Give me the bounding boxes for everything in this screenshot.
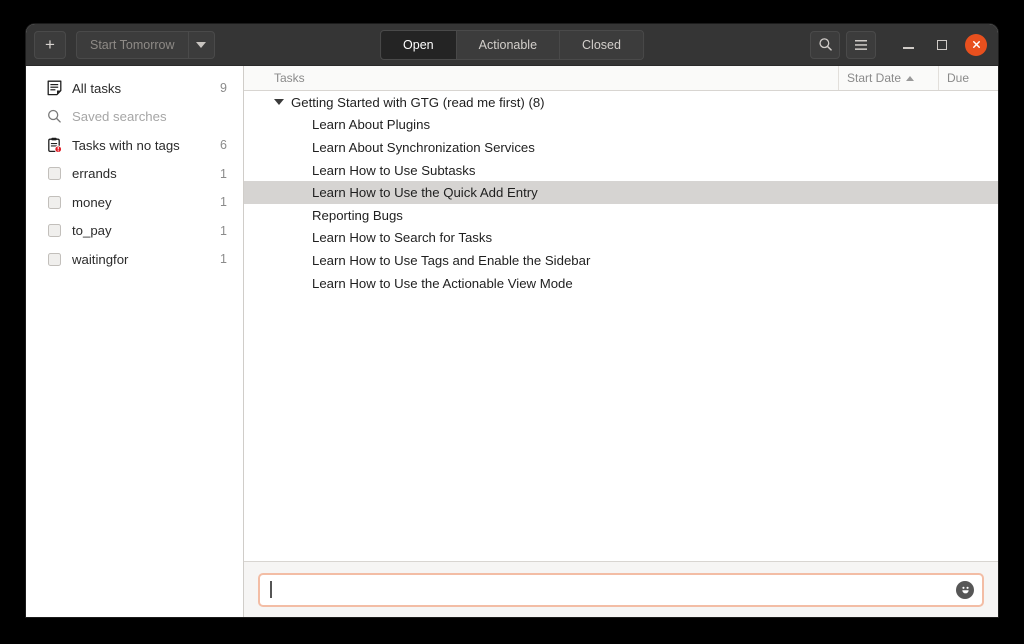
start-tomorrow-button[interactable]: Start Tomorrow xyxy=(76,31,188,59)
header-right-controls xyxy=(810,31,990,59)
view-mode-tabs: Open Actionable Closed xyxy=(380,30,644,60)
task-title: Learn How to Use Tags and Enable the Sid… xyxy=(312,253,590,268)
sidebar-item-count: 6 xyxy=(220,138,227,152)
tab-closed-label: Closed xyxy=(582,38,621,52)
new-task-button[interactable]: + xyxy=(34,31,66,59)
text-cursor xyxy=(270,581,272,598)
expander-collapse-icon[interactable] xyxy=(274,99,284,105)
application-window: + Start Tomorrow Open Actionable Closed xyxy=(26,24,998,617)
note-document-icon xyxy=(44,79,64,97)
sidebar-item-count: 1 xyxy=(220,195,227,209)
start-tomorrow-split-button[interactable]: Start Tomorrow xyxy=(76,31,215,59)
quick-add-input[interactable] xyxy=(258,573,984,607)
new-task-label: + xyxy=(45,36,55,53)
tab-actionable-label: Actionable xyxy=(479,38,537,52)
task-list[interactable]: Getting Started with GTG (read me first)… xyxy=(244,91,998,561)
clipboard-alert-icon xyxy=(44,136,64,154)
tag-color-swatch-icon xyxy=(44,165,64,183)
task-title: Learn How to Use the Quick Add Entry xyxy=(312,185,538,200)
table-row[interactable]: Learn How to Use Tags and Enable the Sid… xyxy=(244,249,998,272)
chevron-down-icon xyxy=(196,42,206,48)
main-pane: Tasks Start Date Due Getting Started wit… xyxy=(244,66,998,617)
sidebar-item-count: 1 xyxy=(220,167,227,181)
maximize-icon xyxy=(937,40,947,50)
minimize-icon xyxy=(903,47,914,49)
tab-closed[interactable]: Closed xyxy=(560,31,643,59)
task-title: Learn How to Use the Actionable View Mod… xyxy=(312,276,573,291)
task-title: Learn About Plugins xyxy=(312,117,430,132)
task-list-column-header: Tasks Start Date Due xyxy=(244,66,998,91)
search-button[interactable] xyxy=(810,31,840,59)
sidebar-item-all-tasks[interactable]: All tasks 9 xyxy=(26,74,243,103)
sort-ascending-icon xyxy=(906,76,914,81)
tag-color-swatch-icon xyxy=(44,193,64,211)
table-row[interactable]: Learn How to Use Subtasks xyxy=(244,159,998,182)
sidebar-item-count: 9 xyxy=(220,81,227,95)
tab-open-label: Open xyxy=(403,38,434,52)
emoji-picker-icon[interactable] xyxy=(956,581,974,599)
table-row[interactable]: Getting Started with GTG (read me first)… xyxy=(244,91,998,114)
search-icon xyxy=(818,37,833,52)
sidebar-item-label: to_pay xyxy=(72,223,220,238)
table-row[interactable]: Learn About Plugins xyxy=(244,114,998,137)
window-body: All tasks 9 Saved searches xyxy=(26,66,998,617)
main-menu-button[interactable] xyxy=(846,31,876,59)
task-title: Learn How to Use Subtasks xyxy=(312,163,475,178)
header-left-controls: + Start Tomorrow xyxy=(34,31,215,59)
close-button[interactable] xyxy=(962,31,990,59)
search-icon xyxy=(44,108,64,126)
sidebar-item-saved-searches[interactable]: Saved searches xyxy=(26,103,243,132)
task-title: Learn How to Search for Tasks xyxy=(312,230,492,245)
column-header-start-date[interactable]: Start Date xyxy=(838,66,938,90)
column-header-start-date-label: Start Date xyxy=(847,71,901,85)
start-tomorrow-dropdown-button[interactable] xyxy=(188,31,215,59)
start-tomorrow-label: Start Tomorrow xyxy=(90,38,175,52)
sidebar-item-money[interactable]: money 1 xyxy=(26,188,243,217)
minimize-button[interactable] xyxy=(894,31,922,59)
sidebar-item-count: 1 xyxy=(220,252,227,266)
close-icon xyxy=(965,34,987,56)
task-title: Reporting Bugs xyxy=(312,208,403,223)
table-row-selected[interactable]: Learn How to Use the Quick Add Entry xyxy=(244,181,998,204)
sidebar-item-to-pay[interactable]: to_pay 1 xyxy=(26,217,243,246)
quick-add-bar xyxy=(244,561,998,617)
maximize-button[interactable] xyxy=(928,31,956,59)
task-title: Learn About Synchronization Services xyxy=(312,140,535,155)
tab-open[interactable]: Open xyxy=(381,31,457,59)
hamburger-menu-icon xyxy=(853,38,869,52)
sidebar-item-waitingfor[interactable]: waitingfor 1 xyxy=(26,245,243,274)
column-header-due[interactable]: Due xyxy=(938,66,998,90)
sidebar-item-count: 1 xyxy=(220,224,227,238)
sidebar-item-label: errands xyxy=(72,166,220,181)
tab-actionable[interactable]: Actionable xyxy=(457,31,560,59)
column-header-tasks-label: Tasks xyxy=(274,71,305,85)
sidebar-item-tasks-with-no-tags[interactable]: Tasks with no tags 6 xyxy=(26,131,243,160)
table-row[interactable]: Learn How to Use the Actionable View Mod… xyxy=(244,272,998,295)
sidebar-item-label: waitingfor xyxy=(72,252,220,267)
sidebar-item-label: Tasks with no tags xyxy=(72,138,220,153)
sidebar-item-label: money xyxy=(72,195,220,210)
sidebar-item-label: All tasks xyxy=(72,81,220,96)
table-row[interactable]: Learn About Synchronization Services xyxy=(244,136,998,159)
table-row[interactable]: Reporting Bugs xyxy=(244,204,998,227)
sidebar-item-errands[interactable]: errands 1 xyxy=(26,160,243,189)
tag-color-swatch-icon xyxy=(44,222,64,240)
column-header-tasks[interactable]: Tasks xyxy=(244,71,838,85)
tag-color-swatch-icon xyxy=(44,250,64,268)
table-row[interactable]: Learn How to Search for Tasks xyxy=(244,227,998,250)
header-bar: + Start Tomorrow Open Actionable Closed xyxy=(26,24,998,66)
sidebar-item-label: Saved searches xyxy=(72,109,227,124)
task-title: Getting Started with GTG (read me first)… xyxy=(291,95,545,110)
sidebar: All tasks 9 Saved searches xyxy=(26,66,244,617)
column-header-due-label: Due xyxy=(947,71,969,85)
